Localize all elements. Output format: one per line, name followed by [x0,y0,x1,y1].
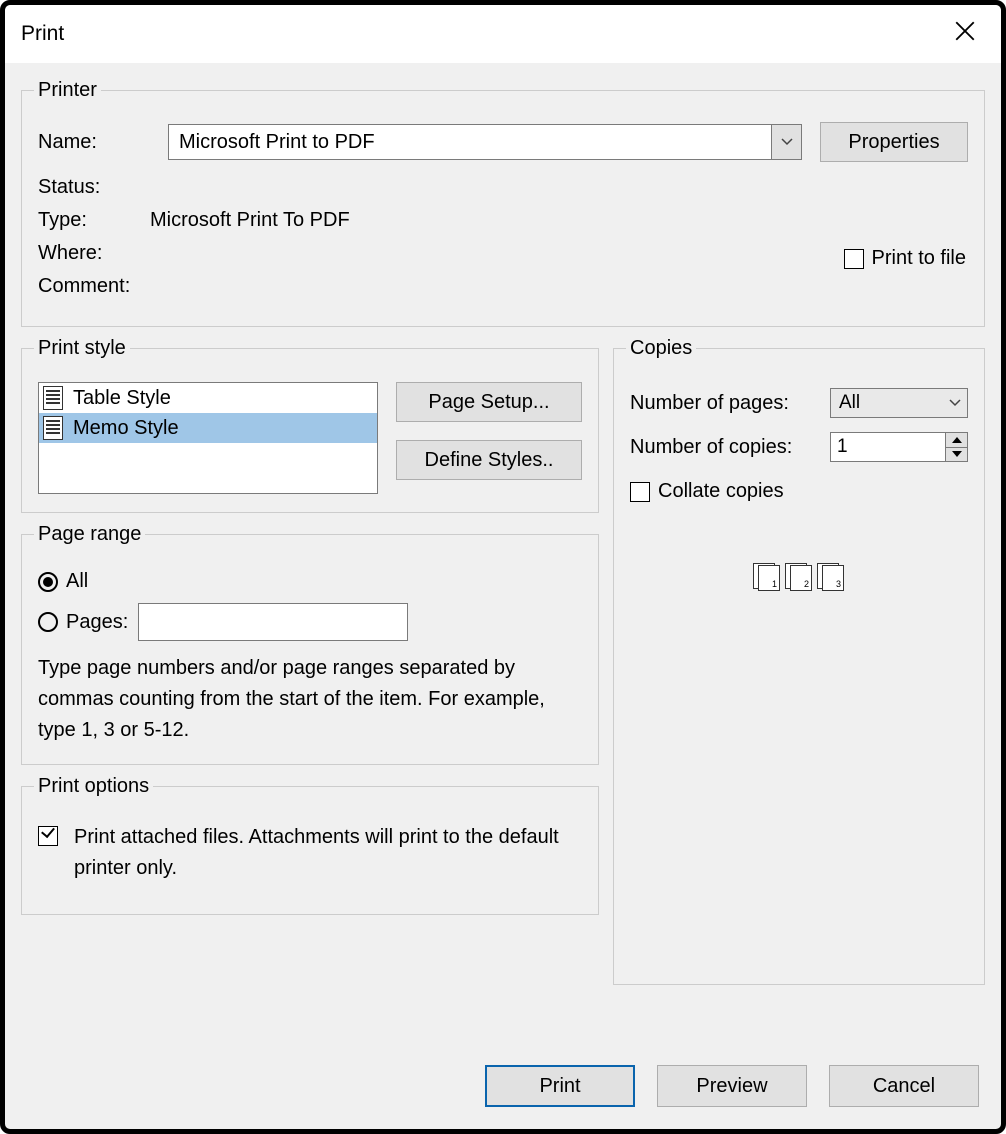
pages-input[interactable] [138,603,408,641]
page-range-hint: Type page numbers and/or page ranges sep… [38,653,582,746]
checkbox-icon [38,826,58,846]
style-item-label: Table Style [73,387,171,410]
print-button[interactable]: Print [485,1065,635,1107]
name-label: Name: [38,131,150,154]
status-label: Status: [38,176,150,199]
triangle-up-icon [952,437,962,443]
style-list[interactable]: Table Style Memo Style [38,382,378,494]
print-to-file-label: Print to file [872,247,966,270]
define-styles-button[interactable]: Define Styles.. [396,440,582,480]
table-style-icon [43,386,63,410]
print-attached-files-checkbox[interactable]: Print attached files. Attachments will p… [38,822,582,884]
num-pages-combo[interactable]: All [830,388,968,418]
collate-label: Collate copies [658,480,784,503]
chevron-down-icon[interactable] [943,389,967,417]
preview-button[interactable]: Preview [657,1065,807,1107]
page-range-pages-label: Pages: [66,611,128,634]
print-style-group: Print style Table Style Memo Style [21,337,599,513]
copies-group: Copies Number of pages: All Number of co… [613,337,985,985]
radio-icon [38,572,58,592]
print-options-group: Print options Print attached files. Atta… [21,775,599,915]
num-copies-spin[interactable]: 1 [830,432,968,462]
print-style-legend: Print style [34,337,130,360]
printer-name-combo[interactable]: Microsoft Print to PDF [168,124,802,160]
radio-icon [38,612,58,632]
print-options-legend: Print options [34,775,153,798]
print-attached-label: Print attached files. Attachments will p… [74,822,582,884]
memo-style-icon [43,416,63,440]
page-setup-button[interactable]: Page Setup... [396,382,582,422]
num-pages-value: All [831,389,943,417]
type-label: Type: [38,209,150,232]
style-item-table[interactable]: Table Style [39,383,377,413]
collate-illustration: 11 22 33 [630,563,968,591]
window-title: Print [21,22,64,46]
page-range-pages[interactable]: Pages: [38,603,582,641]
triangle-down-icon [952,451,962,457]
cancel-button[interactable]: Cancel [829,1065,979,1107]
comment-label: Comment: [38,275,150,298]
close-button[interactable] [945,21,985,47]
style-item-label: Memo Style [73,417,179,440]
printer-group: Printer Name: Microsoft Print to PDF Pro… [21,79,985,327]
page-range-group: Page range All Pages: Type page numbers … [21,523,599,765]
num-pages-label: Number of pages: [630,392,818,415]
chevron-down-icon[interactable] [771,125,801,159]
print-to-file-checkbox[interactable]: Print to file [844,247,966,270]
dialog-buttons: Print Preview Cancel [485,1065,979,1107]
print-dialog: Print Printer Name: Microsoft Print to P… [0,0,1006,1134]
titlebar: Print [5,5,1001,63]
type-value: Microsoft Print To PDF [150,209,350,232]
spin-up-button[interactable] [946,433,967,448]
num-copies-value: 1 [831,433,945,461]
copies-legend: Copies [626,337,696,360]
page-range-legend: Page range [34,523,145,546]
style-item-memo[interactable]: Memo Style [39,413,377,443]
collate-checkbox[interactable]: Collate copies [630,480,968,503]
printer-name-value: Microsoft Print to PDF [169,125,771,159]
properties-button[interactable]: Properties [820,122,968,162]
page-range-all-label: All [66,570,88,593]
checkbox-icon [844,249,864,269]
page-range-all[interactable]: All [38,570,582,593]
spin-down-button[interactable] [946,448,967,462]
checkbox-icon [630,482,650,502]
num-copies-label: Number of copies: [630,436,818,459]
printer-legend: Printer [34,79,101,102]
where-label: Where: [38,242,150,265]
